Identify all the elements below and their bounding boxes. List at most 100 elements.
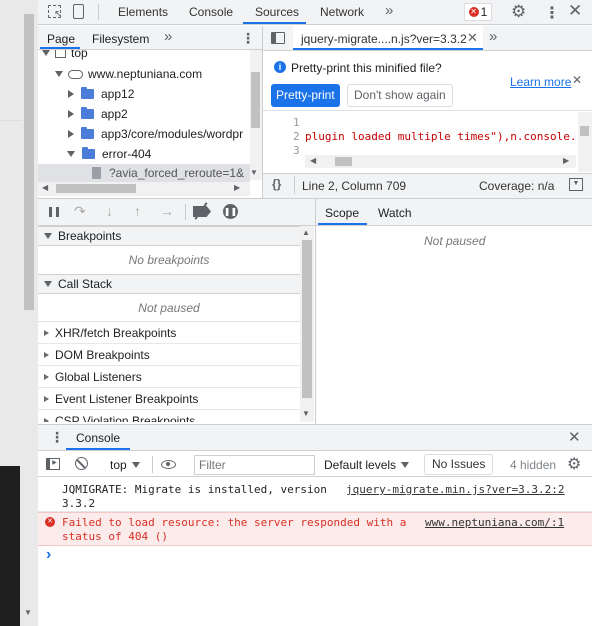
gear-icon[interactable]: ⚙ — [511, 2, 526, 22]
tab-sources[interactable]: Sources — [255, 5, 299, 19]
sidebar-scroll-down-icon[interactable]: ▼ — [302, 409, 310, 418]
console-error-source-link[interactable]: www.neptuniana.com/:1 — [425, 516, 564, 529]
nav-hscroll-thumb[interactable] — [56, 184, 136, 193]
section-dom-breakpoints[interactable]: DOM Breakpoints — [38, 344, 300, 366]
nav-scroll-down-icon[interactable]: ▼ — [250, 168, 258, 177]
step-into-icon[interactable]: ↓ — [106, 203, 113, 219]
log-levels-dropdown[interactable]: Default levels — [324, 458, 410, 472]
collapse-arrow-icon — [68, 130, 74, 138]
tab-network[interactable]: Network — [320, 5, 364, 19]
tree-item-folder-open[interactable]: error-404 — [67, 146, 151, 162]
tree-item-folder[interactable]: app3/core/modules/wordpr — [68, 126, 243, 142]
step-out-icon[interactable]: ↑ — [134, 203, 141, 219]
tab-elements[interactable]: Elements — [118, 5, 168, 19]
code-scroll-left-icon[interactable]: ◀ — [310, 156, 316, 165]
nav-tab-page[interactable]: Page — [47, 32, 75, 46]
sidebar-scroll-up-icon[interactable]: ▲ — [302, 228, 310, 237]
cursor-position: Line 2, Column 709 — [302, 179, 407, 193]
console-settings-gear-icon[interactable]: ⚙ — [567, 454, 581, 474]
section-callstack-header[interactable]: Call Stack — [38, 274, 300, 294]
console-error-text: Failed to load resource: the server resp… — [62, 516, 407, 543]
section-xhr-breakpoints[interactable]: XHR/fetch Breakpoints — [38, 322, 300, 344]
code-hscroll-thumb[interactable] — [335, 157, 352, 166]
scroll-down-arrow-icon[interactable]: ▼ — [24, 608, 32, 617]
page-divider — [0, 120, 22, 121]
error-count: 1 — [480, 5, 488, 19]
expand-arrow-icon — [55, 71, 63, 77]
nav-scroll-right-icon[interactable]: ▶ — [234, 183, 240, 192]
tree-item-file-selected[interactable]: ?avia_forced_reroute=1& — [38, 164, 250, 182]
pause-on-exceptions-icon[interactable]: ❚❚ — [223, 204, 238, 219]
dont-show-again-button[interactable]: Don't show again — [347, 84, 453, 107]
section-global-listeners[interactable]: Global Listeners — [38, 366, 300, 388]
page-scrollbar-thumb[interactable] — [24, 14, 34, 310]
collapse-arrow-icon — [68, 90, 74, 98]
infobar-close-icon[interactable]: ✕ — [572, 73, 582, 87]
nav-tab-filesystem[interactable]: Filesystem — [92, 32, 149, 46]
section-csp-violation-breakpoints[interactable]: CSP Violation Breakpoints — [38, 410, 300, 422]
tab-watch[interactable]: Watch — [378, 206, 412, 220]
collapse-arrow-icon — [44, 351, 49, 358]
error-count-badge[interactable]: ✕ 1 — [464, 3, 492, 21]
code-scroll-right-icon[interactable]: ▶ — [563, 156, 569, 165]
tree-item-folder[interactable]: app2 — [68, 106, 128, 122]
file-icon — [92, 167, 101, 179]
issues-button[interactable]: No Issues — [424, 454, 494, 475]
device-toolbar-icon[interactable] — [73, 4, 84, 19]
tree-item-label: app12 — [101, 87, 135, 101]
console-filter-input[interactable] — [194, 455, 315, 475]
sidebar-divider[interactable] — [315, 198, 316, 424]
context-selector[interactable]: top — [110, 458, 140, 472]
pause-icon[interactable] — [49, 207, 59, 217]
console-input[interactable] — [60, 548, 590, 566]
eye-icon[interactable] — [161, 460, 176, 469]
expand-arrow-icon — [42, 50, 50, 56]
folder-open-icon — [82, 147, 95, 159]
drawer-toggle-icon[interactable]: ▼ — [569, 178, 583, 191]
editor-more-tabs[interactable]: » — [489, 28, 497, 45]
sidebar-vscroll-thumb[interactable] — [302, 240, 312, 398]
section-breakpoints-header[interactable]: Breakpoints — [38, 226, 300, 246]
frame-icon — [55, 50, 66, 58]
filter-input[interactable] — [195, 456, 314, 474]
coverage-status[interactable]: Coverage: n/a — [479, 179, 554, 193]
learn-more-link[interactable]: Learn more — [510, 75, 571, 89]
step-icon[interactable]: → — [160, 203, 174, 219]
nav-kebab-icon[interactable]: ⋮ — [241, 30, 255, 47]
folder-icon — [81, 107, 94, 119]
nav-more-chevron[interactable]: » — [164, 28, 172, 45]
drawer-close-icon[interactable]: ✕ — [568, 428, 581, 446]
tab-console[interactable]: Console — [189, 5, 233, 19]
section-title: Event Listener Breakpoints — [55, 391, 199, 406]
kebab-menu-icon[interactable]: ⋮ — [544, 3, 560, 23]
console-sidebar-icon[interactable]: ▶ — [46, 458, 60, 470]
close-devtools-icon[interactable]: ✕ — [568, 1, 582, 21]
code-vscroll-thumb[interactable] — [580, 126, 589, 136]
console-message-text: JQMIGRATE: Migrate is installed, version… — [62, 483, 327, 510]
drawer-kebab-icon[interactable]: ⋮ — [50, 429, 64, 446]
pretty-print-braces-button[interactable]: {} — [272, 177, 281, 191]
more-tabs-chevron[interactable]: » — [385, 2, 393, 19]
tree-item-top[interactable]: top — [42, 50, 88, 60]
tree-item-domain[interactable]: www.neptuniana.com — [55, 66, 202, 82]
console-message-source-link[interactable]: jquery-migrate.min.js?ver=3.3.2:2 — [346, 483, 565, 496]
collapse-arrow-icon — [44, 395, 49, 402]
code-vscrollbar[interactable] — [578, 112, 592, 172]
pretty-print-button[interactable]: Pretty-print — [271, 84, 340, 107]
collapse-arrow-icon — [44, 417, 49, 422]
line-number: 1 — [293, 116, 300, 129]
section-event-listener-breakpoints[interactable]: Event Listener Breakpoints — [38, 388, 300, 410]
nav-vscroll-thumb[interactable] — [251, 72, 260, 128]
clear-console-icon[interactable] — [75, 457, 88, 470]
context-label: top — [110, 458, 127, 472]
drawer-tab-console[interactable]: Console — [76, 431, 120, 445]
toggle-navigator-icon[interactable] — [271, 32, 285, 44]
tab-scope[interactable]: Scope — [325, 206, 359, 220]
editor-tab-close-icon[interactable]: ✕ — [467, 30, 478, 46]
nav-scroll-left-icon[interactable]: ◀ — [42, 183, 48, 192]
clear-console-slash — [76, 458, 87, 469]
folder-icon — [81, 87, 94, 99]
step-over-icon[interactable]: ↷ — [74, 203, 86, 220]
tree-item-folder[interactable]: app12 — [68, 86, 134, 102]
code-line[interactable]: plugin loaded multiple times"),n.console… — [305, 130, 576, 143]
